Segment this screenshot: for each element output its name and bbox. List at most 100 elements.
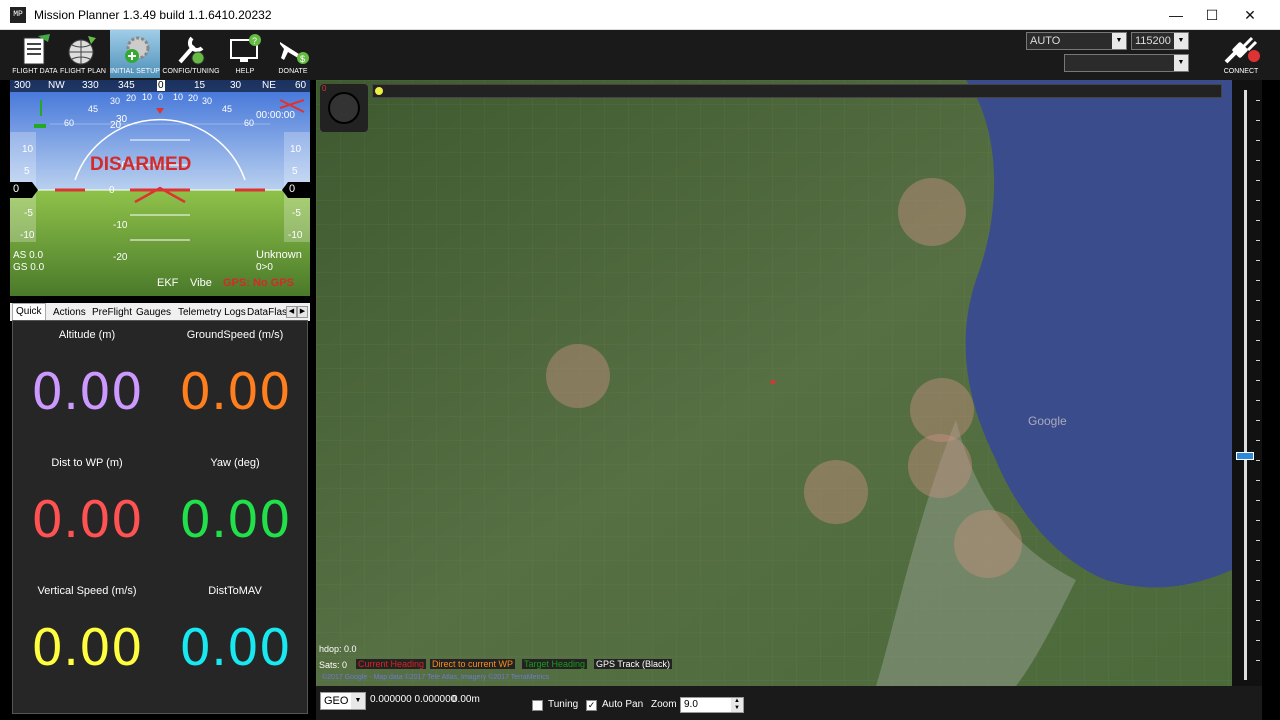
coord-mode-select[interactable]: GEO ▼	[320, 692, 366, 710]
speed-scale-label: 5	[24, 166, 30, 177]
alt-scale-label: 10	[290, 144, 302, 155]
tuning-checkbox[interactable]	[532, 700, 543, 711]
quick-value: 0.00	[31, 491, 143, 549]
initial-setup-label: INITIAL SETUP	[109, 68, 161, 75]
alt-scale-label: -10	[288, 230, 303, 241]
config-tuning-button[interactable]: CONFIG/TUNING	[162, 30, 220, 78]
close-button[interactable]: ✕	[1240, 5, 1260, 25]
compass-zero-marker: 0	[322, 84, 327, 93]
speed-scale-label: 10	[22, 144, 34, 155]
coord-mode-value: GEO	[324, 695, 349, 707]
zoom-slider-track[interactable]	[1232, 80, 1262, 686]
tab-preflight[interactable]: PreFlight	[89, 305, 135, 321]
groundspeed-text: GS 0.0	[13, 262, 45, 273]
quick-label: Altitude (m)	[58, 329, 116, 341]
minimize-button[interactable]: —	[1166, 5, 1186, 25]
heading-tick: NW	[48, 80, 65, 91]
zoom-slider-rail	[1244, 90, 1247, 680]
speed-scale-label: -5	[24, 208, 33, 219]
roll-label: 0	[158, 92, 164, 102]
plug-icon	[1224, 36, 1260, 64]
roll-label: 10	[142, 92, 153, 102]
ekf-indicator[interactable]: EKF	[157, 277, 178, 289]
quick-vertical-speed[interactable]: Vertical Speed (m/s) 0.00	[13, 577, 161, 677]
donate-label: DONATE	[278, 68, 308, 75]
gear-plus-icon	[125, 36, 150, 63]
roll-label: 60	[64, 118, 75, 128]
wrench-icon	[178, 36, 205, 65]
vibe-indicator[interactable]: Vibe	[190, 277, 212, 289]
stepper-arrows-icon[interactable]: ▲ ▼	[731, 698, 743, 712]
compass-icon	[328, 92, 360, 124]
quick-dist-to-mav[interactable]: DistToMAV 0.00	[161, 577, 309, 677]
tab-telemetry-logs[interactable]: Telemetry Logs	[175, 305, 249, 321]
gps-status: GPS: No GPS	[223, 277, 294, 289]
plane-dollar-icon: $	[280, 42, 309, 64]
zoom-stepper[interactable]: 9.0 ▲ ▼	[680, 697, 744, 713]
heading-tick: 330	[82, 80, 99, 91]
tab-actions[interactable]: Actions	[50, 305, 89, 321]
roll-label: 45	[222, 104, 233, 114]
flight-timer: 00:00:00	[256, 110, 295, 121]
heading-current: 0	[157, 80, 165, 91]
zoom-label: Zoom	[651, 699, 677, 710]
zoom-value: 9.0	[684, 699, 698, 710]
legend-current-heading: Current Heading	[356, 659, 427, 669]
roll-label: 30	[110, 96, 121, 106]
legend-target-heading: Target Heading	[522, 659, 588, 669]
pitch-label: 0	[109, 185, 115, 196]
quick-label: DistToMAV	[208, 585, 262, 597]
map-view[interactable]: 0 hdop: 0.0 Sats: 0 Current Heading Dire…	[316, 80, 1232, 686]
donate-button[interactable]: $ DONATE	[268, 30, 318, 78]
map-status-bar: GEO ▼ 0.000000 0.000000 0.00m Tuning ✓ A…	[316, 686, 1262, 720]
window-title: Mission Planner 1.3.49 build 1.1.6410.20…	[34, 8, 272, 22]
tab-quick[interactable]: Quick	[12, 303, 46, 321]
chevron-down-icon: ▼	[1174, 33, 1188, 49]
legend-gps-track: GPS Track (Black)	[594, 659, 673, 669]
speed-readout: 0	[13, 183, 20, 195]
quick-yaw[interactable]: Yaw (deg) 0.00	[161, 449, 309, 549]
flight-plan-button[interactable]: FLIGHT PLAN	[58, 30, 108, 78]
altitude-text: 0.00m	[452, 694, 480, 705]
flight-mode-select[interactable]: AUTO ▼	[1026, 32, 1127, 50]
heading-tick: 300	[14, 80, 31, 91]
chevron-down-icon: ▼	[1112, 33, 1126, 49]
tab-scroll-right-icon[interactable]: ▶	[297, 306, 308, 318]
svg-text:?: ?	[252, 36, 257, 46]
compass-widget: 0	[320, 84, 368, 132]
zoom-slider-thumb[interactable]	[1236, 452, 1254, 460]
connect-label: CONNECT	[1223, 68, 1259, 75]
tab-dataflash[interactable]: DataFlash	[244, 305, 286, 321]
chevron-down-icon: ▼	[351, 693, 365, 709]
quick-value: 0.00	[179, 363, 291, 421]
pitch-label: -20	[113, 252, 128, 263]
quick-altitude[interactable]: Altitude (m) 0.00	[13, 321, 161, 421]
legend-direct-to-wp: Direct to current WP	[430, 659, 516, 669]
roll-label: 10	[173, 92, 184, 102]
quick-dist-to-wp[interactable]: Dist to WP (m) 0.00	[13, 449, 161, 549]
quick-groundspeed[interactable]: GroundSpeed (m/s) 0.00	[161, 321, 309, 421]
window-right-edge	[1262, 80, 1280, 720]
tab-gauges[interactable]: Gauges	[133, 305, 174, 321]
hud-display: 300 NW 330 345 0 15 30 NE 60 60 45 30 20…	[10, 80, 310, 296]
tab-scroll-left-icon[interactable]: ◀	[286, 306, 297, 318]
vehicle-marker[interactable]	[771, 380, 775, 384]
svg-text:$: $	[300, 54, 305, 64]
quick-label: Dist to WP (m)	[51, 457, 123, 469]
quick-value: 0.00	[179, 491, 291, 549]
roll-label: 20	[126, 93, 137, 103]
heading-tick: 345	[118, 80, 135, 91]
connect-button[interactable]: CONNECT	[1218, 36, 1264, 78]
flight-mode-value: AUTO	[1030, 35, 1061, 47]
baud-rate-select[interactable]: 115200 ▼	[1131, 32, 1189, 50]
altitude-readout: 0	[289, 183, 296, 195]
auto-pan-checkbox[interactable]: ✓	[586, 700, 597, 711]
initial-setup-button[interactable]: INITIAL SETUP	[110, 30, 160, 78]
maximize-button[interactable]: ☐	[1202, 5, 1222, 25]
no-fly-zone	[910, 378, 974, 442]
port-select[interactable]: ▼	[1064, 54, 1189, 72]
no-fly-zone	[898, 178, 966, 246]
clipboard-icon	[23, 34, 50, 65]
quick-panel: Altitude (m) 0.00 GroundSpeed (m/s) 0.00…	[12, 320, 308, 714]
heading-tick: 60	[295, 80, 307, 91]
